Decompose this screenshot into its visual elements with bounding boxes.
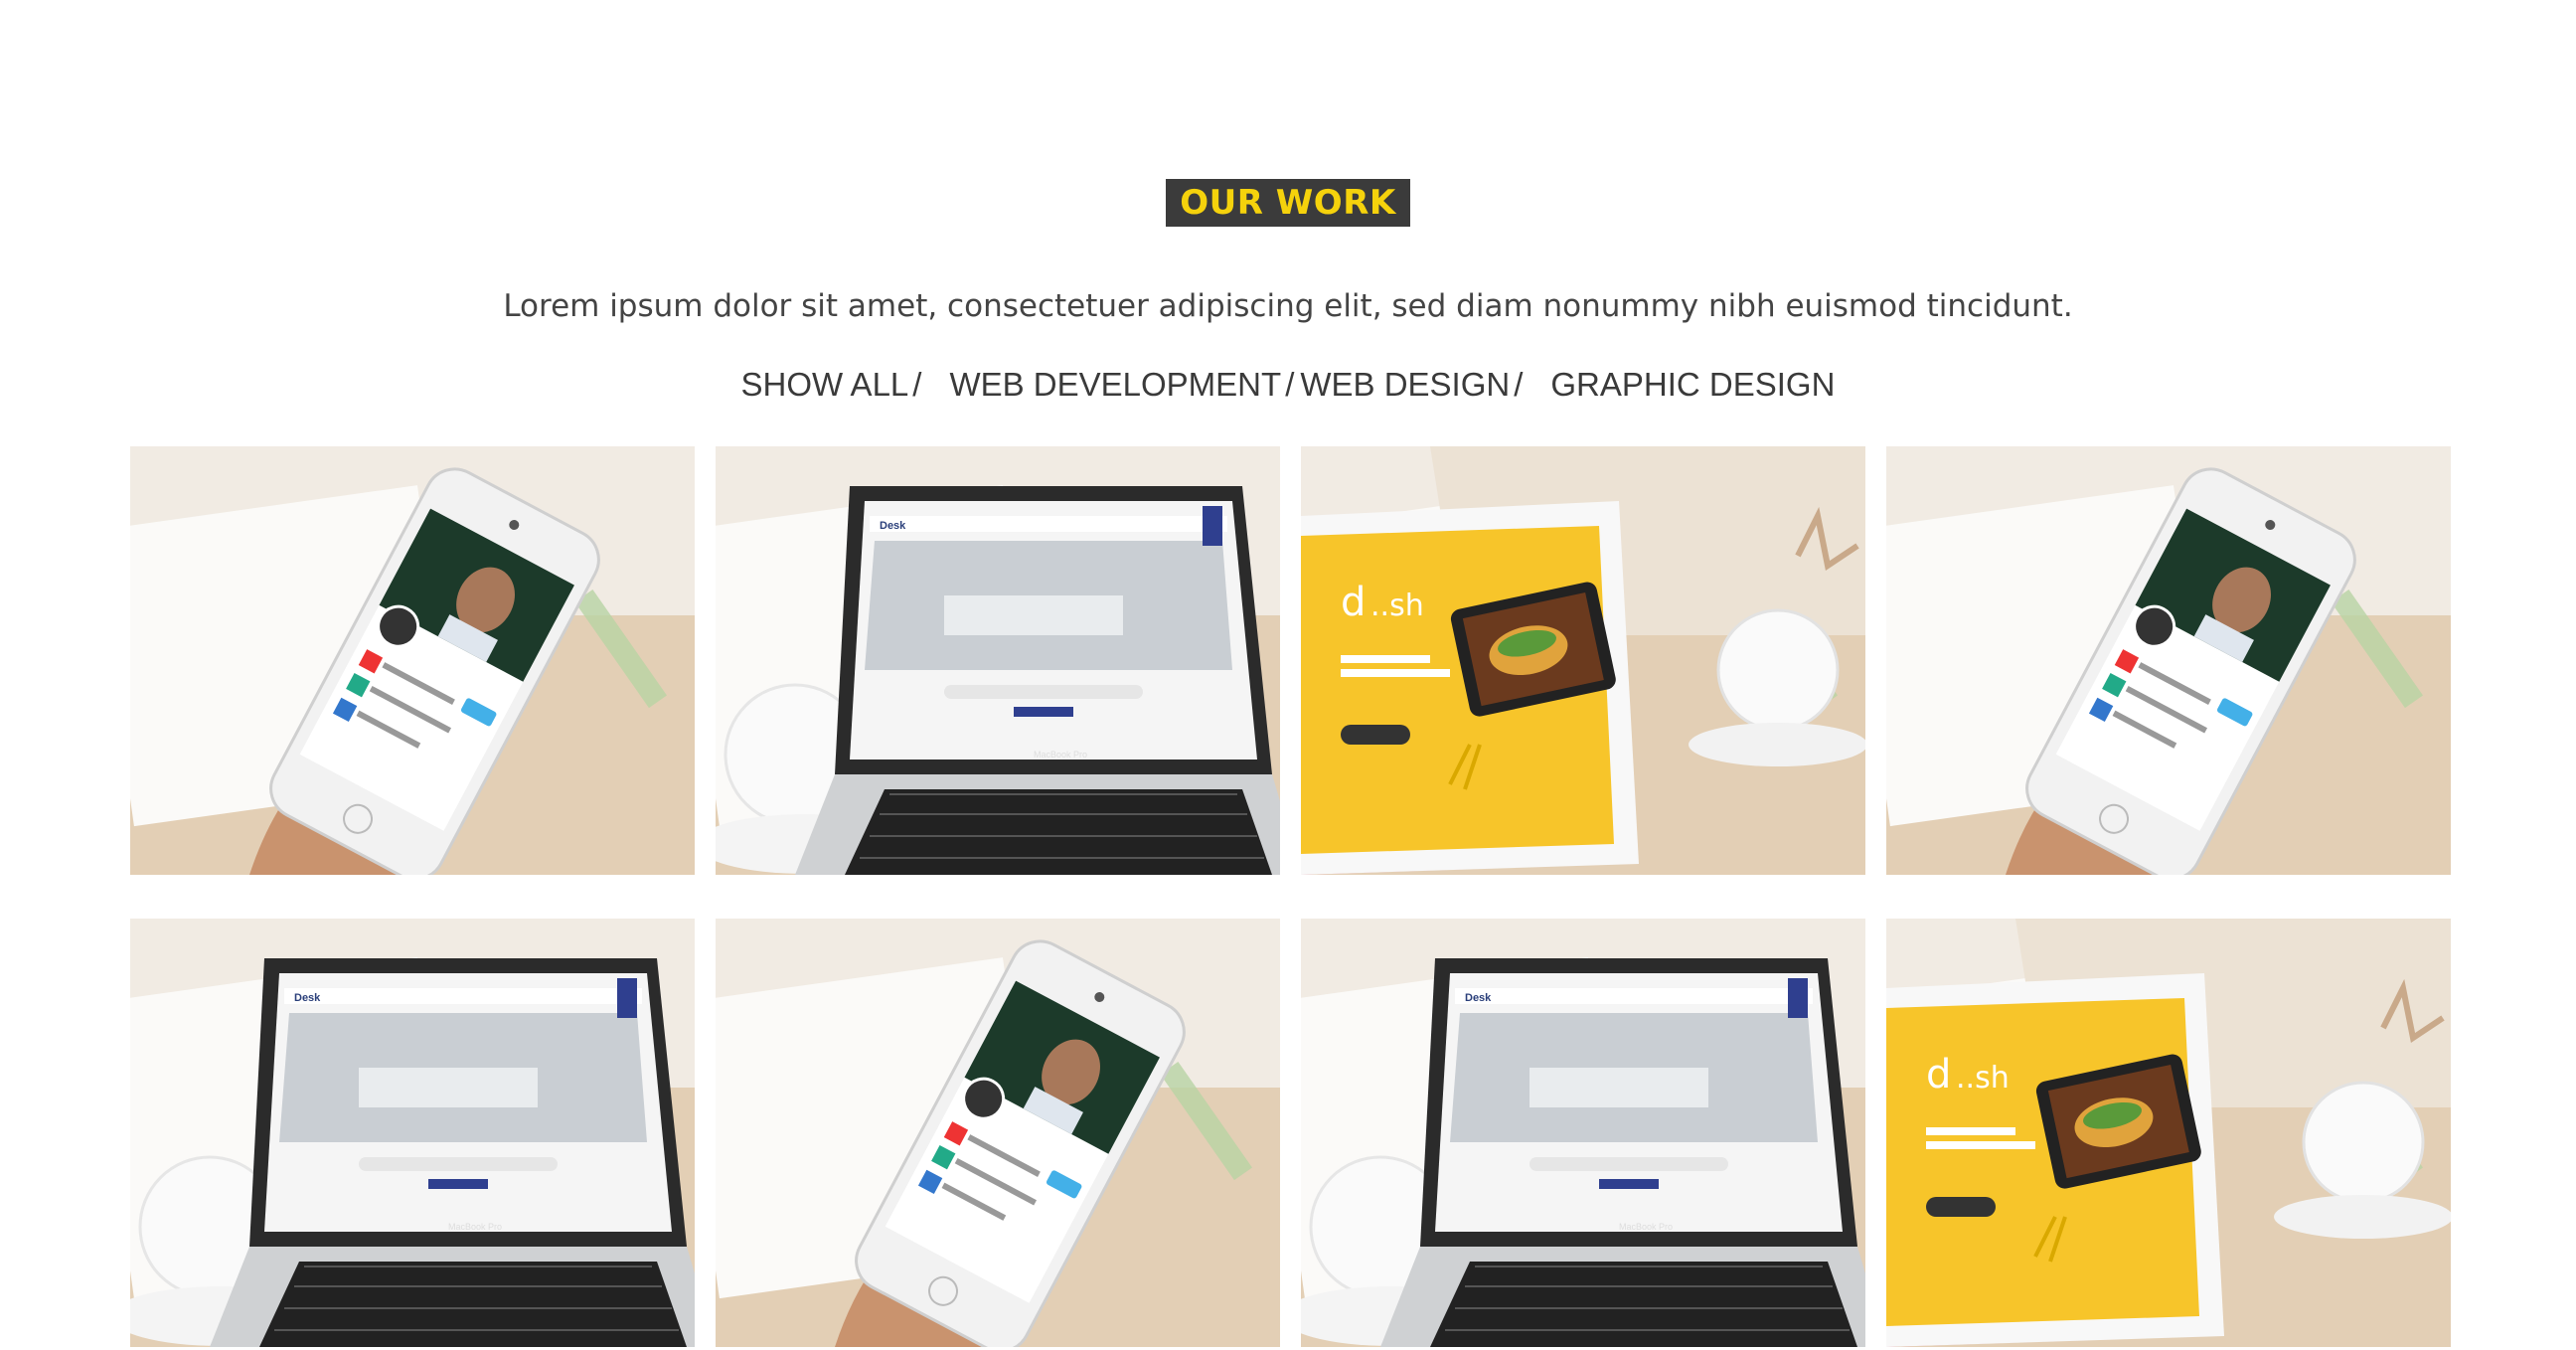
svg-text:Desk: Desk: [294, 992, 321, 1004]
portfolio-image: Desk MacBook Pro: [130, 919, 695, 1347]
portfolio-item[interactable]: [130, 446, 695, 875]
filter-separator: /: [1514, 366, 1524, 403]
portfolio-grid: Desk MacBook Pro d ..sh Desk MacBook Pro De…: [130, 446, 2451, 1347]
filter-web-design[interactable]: WEB DESIGN: [1300, 366, 1510, 403]
portfolio-image: [1886, 446, 2451, 875]
portfolio-item[interactable]: [1886, 446, 2451, 875]
filter-show-all[interactable]: SHOW ALL: [741, 366, 909, 403]
svg-text:..sh: ..sh: [1370, 589, 1424, 623]
filter-separator: /: [1285, 366, 1295, 403]
portfolio-image: Desk MacBook Pro: [1301, 919, 1865, 1347]
portfolio-item[interactable]: Desk MacBook Pro: [716, 446, 1280, 875]
svg-text:d: d: [1341, 580, 1366, 625]
portfolio-item[interactable]: Desk MacBook Pro: [130, 919, 695, 1347]
portfolio-item[interactable]: d ..sh: [1886, 919, 2451, 1347]
section-title: OUR WORK: [1166, 179, 1410, 227]
portfolio-filter-bar: SHOW ALL / WEB DEVELOPMENT / WEB DESIGN / GRAP…: [0, 365, 2576, 405]
portfolio-image: [716, 919, 1280, 1347]
section-header: OUR WORK: [0, 179, 2576, 227]
filter-graphic-design[interactable]: GRAPHIC DESIGN: [1550, 366, 1835, 403]
svg-text:Desk: Desk: [880, 520, 906, 532]
svg-text:d: d: [1926, 1052, 1951, 1097]
svg-text:MacBook Pro: MacBook Pro: [1619, 1222, 1673, 1232]
portfolio-item[interactable]: [716, 919, 1280, 1347]
portfolio-image: d ..sh: [1301, 446, 1865, 875]
portfolio-item[interactable]: d ..sh: [1301, 446, 1865, 875]
section-subtitle: Lorem ipsum dolor sit amet, consectetuer…: [503, 288, 2073, 324]
svg-text:Desk: Desk: [1465, 992, 1492, 1004]
filter-web-development[interactable]: WEB DEVELOPMENT: [949, 366, 1281, 403]
portfolio-image: d ..sh: [1886, 919, 2451, 1347]
filter-separator: /: [912, 366, 922, 403]
portfolio-item[interactable]: Desk MacBook Pro: [1301, 919, 1865, 1347]
svg-text:..sh: ..sh: [1956, 1061, 2010, 1096]
portfolio-image: [130, 446, 695, 875]
svg-text:MacBook Pro: MacBook Pro: [1034, 750, 1087, 759]
svg-text:MacBook Pro: MacBook Pro: [448, 1222, 502, 1232]
portfolio-image: Desk MacBook Pro: [716, 446, 1280, 875]
